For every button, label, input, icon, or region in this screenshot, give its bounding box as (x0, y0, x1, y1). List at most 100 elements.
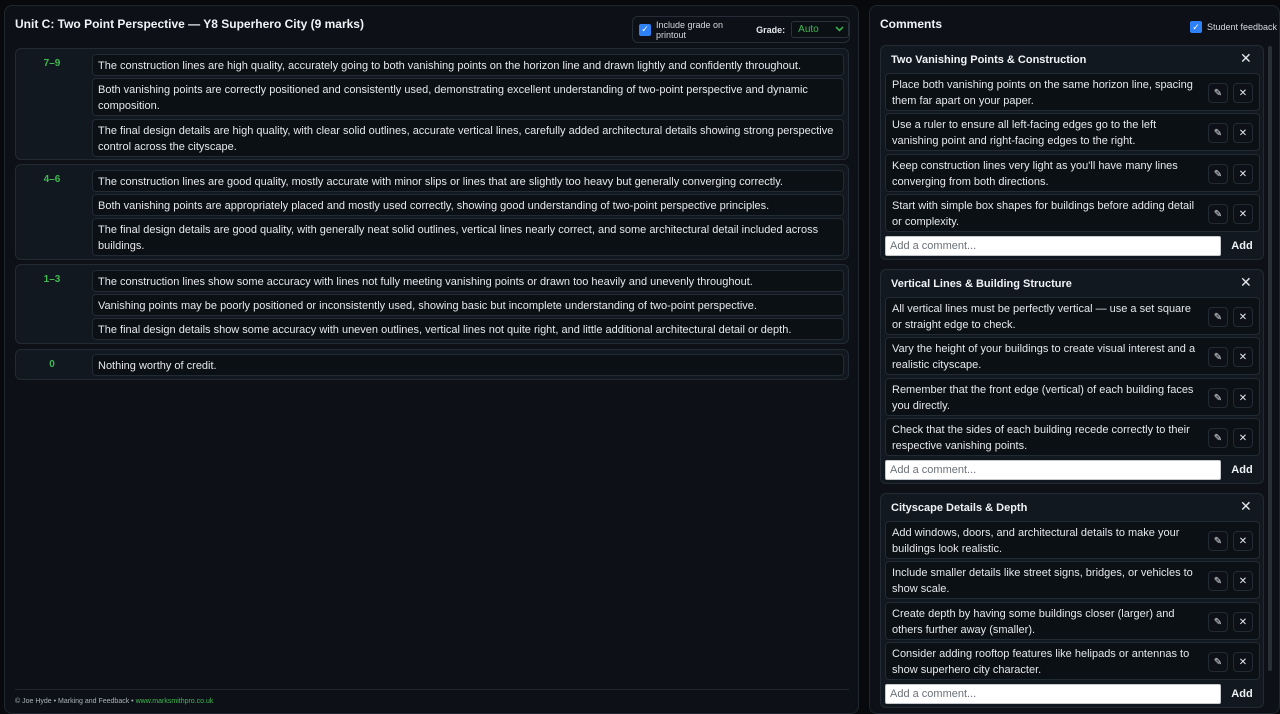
pencil-icon[interactable]: ✎ (1208, 347, 1228, 367)
close-icon[interactable]: ✕ (1233, 123, 1253, 143)
add-comment-button[interactable]: Add (1227, 460, 1257, 480)
band-label: 7–9 (43, 58, 61, 69)
comment-text: Consider adding rooftop features like he… (892, 648, 1190, 676)
comment-item[interactable]: All vertical lines must be perfectly ver… (885, 297, 1260, 335)
close-icon[interactable]: ✕ (1233, 652, 1253, 672)
close-icon[interactable]: ✕ (1233, 83, 1253, 103)
band-label: 1–3 (43, 274, 61, 285)
comment-group: Vertical Lines & Building Structure ✕ Al… (880, 269, 1264, 484)
footer: © Joe Hyde • Marking and Feedback • www.… (15, 698, 213, 705)
pencil-icon[interactable]: ✎ (1208, 388, 1228, 408)
footer-link[interactable]: www.marksmithpro.co.uk (136, 698, 214, 705)
criterion-item[interactable]: The construction lines are high quality,… (92, 54, 844, 76)
comment-text: Add windows, doors, and architectural de… (892, 527, 1180, 555)
comment-text: Keep construction lines very light as yo… (892, 160, 1178, 188)
close-icon[interactable]: ✕ (1233, 307, 1253, 327)
footer-text: © Joe Hyde • Marking and Feedback • (15, 698, 134, 705)
criterion-item[interactable]: The construction lines are good quality,… (92, 170, 844, 192)
criterion-item[interactable]: Both vanishing points are appropriately … (92, 194, 844, 216)
band-1-3: 1–3 The construction lines show some acc… (15, 264, 849, 344)
comment-text: Use a ruler to ensure all left-facing ed… (892, 119, 1157, 147)
comment-item[interactable]: Start with simple box shapes for buildin… (885, 194, 1260, 232)
band-label: 4–6 (43, 174, 61, 185)
comment-text: Check that the sides of each building re… (892, 424, 1190, 452)
include-grade-label: Include grade on printout (656, 19, 724, 40)
criterion-item[interactable]: Both vanishing points are correctly posi… (92, 78, 844, 116)
criterion-item[interactable]: Nothing worthy of credit. (92, 354, 844, 376)
comments-title: Comments (880, 17, 943, 31)
comment-group-title: Two Vanishing Points & Construction (891, 54, 1087, 66)
comment-text: Place both vanishing points on the same … (892, 79, 1193, 107)
comment-item[interactable]: Check that the sides of each building re… (885, 418, 1260, 456)
comment-item[interactable]: Create depth by having some buildings cl… (885, 602, 1260, 640)
include-grade-checkbox[interactable]: ✓ (639, 23, 651, 36)
pencil-icon[interactable]: ✎ (1208, 531, 1228, 551)
add-comment-button[interactable]: Add (1227, 684, 1257, 704)
add-comment-input[interactable]: Add a comment... (885, 460, 1221, 480)
criterion-item[interactable]: The final design details are good qualit… (92, 218, 844, 256)
comment-item[interactable]: Include smaller details like street sign… (885, 561, 1260, 599)
band-7-9: 7–9 The construction lines are high qual… (15, 48, 849, 160)
add-comment-input[interactable]: Add a comment... (885, 684, 1221, 704)
close-icon[interactable]: ✕ (1233, 347, 1253, 367)
comment-group: Cityscape Details & Depth ✕ Add windows,… (880, 493, 1264, 708)
mark-scheme-panel: Unit C: Two Point Perspective — Y8 Super… (4, 5, 859, 714)
comment-item[interactable]: Place both vanishing points on the same … (885, 73, 1260, 111)
comment-item[interactable]: Use a ruler to ensure all left-facing ed… (885, 113, 1260, 151)
close-icon[interactable]: ✕ (1233, 388, 1253, 408)
comment-text: Remember that the front edge (vertical) … (892, 384, 1194, 412)
footer-divider (15, 689, 849, 690)
comments-scrollbar[interactable] (1268, 46, 1272, 671)
pencil-icon[interactable]: ✎ (1208, 204, 1228, 224)
comment-item[interactable]: Add windows, doors, and architectural de… (885, 521, 1260, 559)
band-4-6: 4–6 The construction lines are good qual… (15, 164, 849, 260)
pencil-icon[interactable]: ✎ (1208, 164, 1228, 184)
close-icon[interactable]: ✕ (1240, 499, 1252, 513)
grade-options: ✓ Include grade on printout Grade: Auto (632, 16, 850, 43)
pencil-icon[interactable]: ✎ (1208, 123, 1228, 143)
comment-text: Include smaller details like street sign… (892, 567, 1193, 595)
close-icon[interactable]: ✕ (1233, 204, 1253, 224)
close-icon[interactable]: ✕ (1233, 164, 1253, 184)
comment-text: Create depth by having some buildings cl… (892, 608, 1175, 636)
comment-item[interactable]: Vary the height of your buildings to cre… (885, 337, 1260, 375)
close-icon[interactable]: ✕ (1233, 571, 1253, 591)
comment-group-title: Vertical Lines & Building Structure (891, 278, 1072, 290)
pencil-icon[interactable]: ✎ (1208, 83, 1228, 103)
comment-text: All vertical lines must be perfectly ver… (892, 303, 1191, 331)
criterion-item[interactable]: The construction lines show some accurac… (92, 270, 844, 292)
student-feedback-toggle: ✓ Student feedback (1190, 21, 1277, 33)
pencil-icon[interactable]: ✎ (1208, 652, 1228, 672)
close-icon[interactable]: ✕ (1233, 612, 1253, 632)
band-0: 0 Nothing worthy of credit. (15, 349, 849, 380)
close-icon[interactable]: ✕ (1233, 428, 1253, 448)
page-title: Unit C: Two Point Perspective — Y8 Super… (15, 17, 364, 31)
pencil-icon[interactable]: ✎ (1208, 307, 1228, 327)
pencil-icon[interactable]: ✎ (1208, 428, 1228, 448)
comment-item[interactable]: Keep construction lines very light as yo… (885, 154, 1260, 192)
comment-group: Two Vanishing Points & Construction ✕ Pl… (880, 45, 1264, 260)
pencil-icon[interactable]: ✎ (1208, 571, 1228, 591)
comment-text: Start with simple box shapes for buildin… (892, 200, 1195, 228)
comment-group-title: Cityscape Details & Depth (891, 502, 1028, 514)
criterion-item[interactable]: The final design details are high qualit… (92, 119, 844, 157)
close-icon[interactable]: ✕ (1233, 531, 1253, 551)
comment-item[interactable]: Consider adding rooftop features like he… (885, 642, 1260, 680)
comments-panel: Comments ✓ Student feedback Two Vanishin… (869, 5, 1280, 714)
chevron-down-icon (835, 25, 844, 34)
close-icon[interactable]: ✕ (1240, 51, 1252, 65)
grade-label: Grade: (756, 24, 786, 35)
comment-item[interactable]: Remember that the front edge (vertical) … (885, 378, 1260, 416)
criterion-item[interactable]: The final design details show some accur… (92, 318, 844, 340)
band-label: 0 (49, 359, 55, 370)
grade-select-value: Auto (798, 24, 819, 35)
student-feedback-checkbox[interactable]: ✓ (1190, 21, 1202, 33)
add-comment-button[interactable]: Add (1227, 236, 1257, 256)
grade-select[interactable]: Auto (791, 21, 849, 38)
pencil-icon[interactable]: ✎ (1208, 612, 1228, 632)
criterion-item[interactable]: Vanishing points may be poorly positione… (92, 294, 844, 316)
add-comment-input[interactable]: Add a comment... (885, 236, 1221, 256)
student-feedback-label: Student feedback (1207, 22, 1278, 32)
close-icon[interactable]: ✕ (1240, 275, 1252, 289)
comment-text: Vary the height of your buildings to cre… (892, 343, 1196, 371)
